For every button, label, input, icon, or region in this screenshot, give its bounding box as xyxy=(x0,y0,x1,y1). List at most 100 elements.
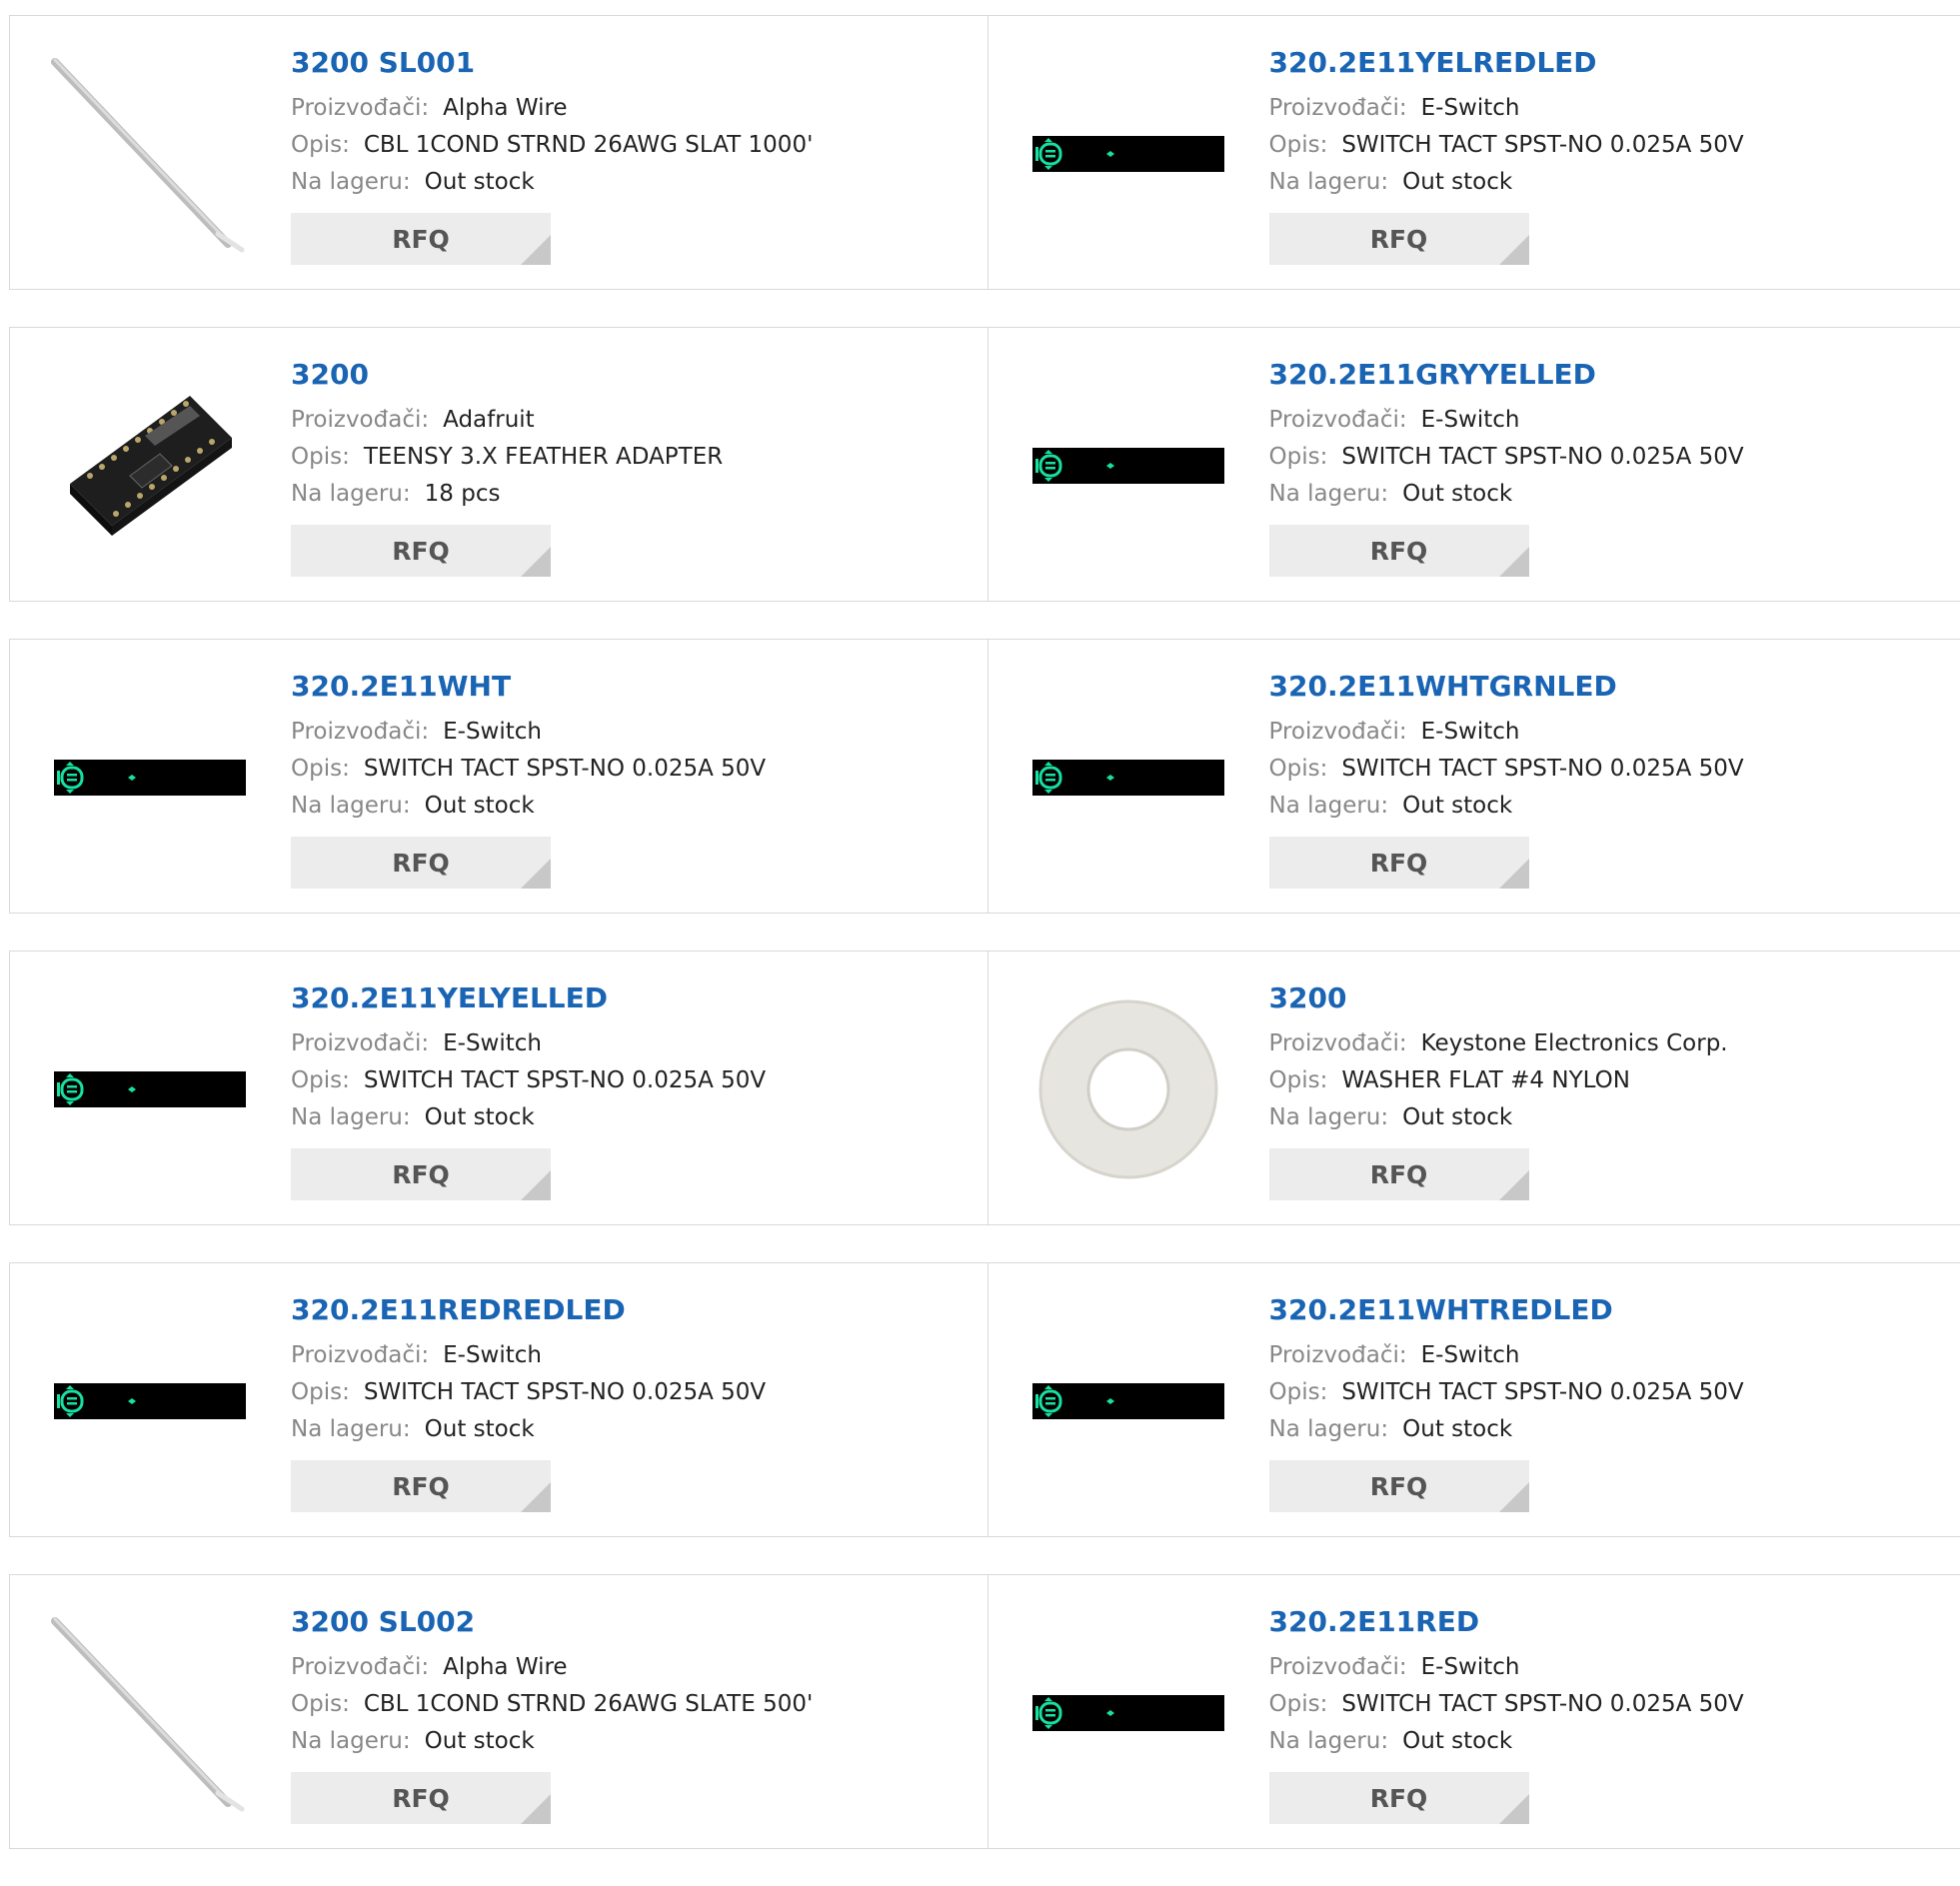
description-value: TEENSY 3.X FEATHER ADAPTER xyxy=(364,444,723,470)
description-label: Opis: xyxy=(1269,1067,1328,1093)
manufacturer-label: Proizvođači: xyxy=(1269,407,1407,433)
rfq-button[interactable]: RFQ xyxy=(291,525,551,577)
switch-icon[interactable] xyxy=(1028,1301,1228,1501)
rfq-label: RFQ xyxy=(1370,1472,1428,1501)
manufacturer-label: Proizvođači: xyxy=(291,1030,429,1056)
switch-icon[interactable] xyxy=(50,989,250,1189)
stock-value: Out stock xyxy=(425,1104,535,1130)
rfq-button[interactable]: RFQ xyxy=(1269,1148,1529,1200)
stock-line: Na lageru:Out stock xyxy=(1269,1411,1744,1448)
manufacturer-line: Proizvođači:E-Switch xyxy=(1269,1649,1744,1686)
rfq-label: RFQ xyxy=(392,225,450,254)
product-card: 3200 Proizvođači:Adafruit Opis:TEENSY 3.… xyxy=(10,328,987,601)
stock-line: Na lageru:Out stock xyxy=(291,164,813,201)
part-number-link[interactable]: 320.2E11YELYELLED xyxy=(291,981,766,1015)
stock-label: Na lageru: xyxy=(1269,1104,1389,1130)
product-card: 320.2E11WHT Proizvođači:E-Switch Opis: SW… xyxy=(10,640,987,913)
rfq-label: RFQ xyxy=(1370,1160,1428,1189)
part-number-link[interactable]: 3200 xyxy=(291,358,723,392)
product-card: 3200 SL002 Proizvođači:Alpha Wire Opis:C… xyxy=(10,1575,987,1848)
stock-line: Na lageru:Out stock xyxy=(291,1723,813,1760)
description-label: Opis: xyxy=(291,1379,350,1405)
description-line: Opis: SWITCH TACT SPST-NO 0.025A 50V xyxy=(291,751,766,788)
corner-fold-icon xyxy=(1499,1482,1529,1512)
rfq-button[interactable]: RFQ xyxy=(291,213,551,265)
switch-chip xyxy=(54,760,246,796)
product-row: 3200 Proizvođači:Adafruit Opis:TEENSY 3.… xyxy=(9,327,1960,602)
rfq-button[interactable]: RFQ xyxy=(291,837,551,889)
switch-chip xyxy=(1032,448,1224,484)
product-row: 320.2E11REDREDLED Proizvođači:E-Switch O… xyxy=(9,1262,1960,1537)
corner-fold-icon xyxy=(521,1170,551,1200)
switch-chip xyxy=(54,1071,246,1107)
switch-icon[interactable] xyxy=(1028,54,1228,254)
switch-icon[interactable] xyxy=(50,1301,250,1501)
description-line: Opis:SWITCH TACT SPST-NO 0.025A 50V xyxy=(291,1062,766,1099)
switch-chip xyxy=(1032,1383,1224,1419)
rfq-button[interactable]: RFQ xyxy=(291,1148,551,1200)
product-card: 320.2E11RED Proizvođači:E-Switch Opis:SW… xyxy=(987,1575,1960,1848)
product-card: 320.2E11YELYELLED Proizvođači:E-Switch O… xyxy=(10,951,987,1224)
switch-icon[interactable] xyxy=(1028,366,1228,566)
part-number-link[interactable]: 320.2E11YELREDLED xyxy=(1269,46,1744,80)
rfq-button[interactable]: RFQ xyxy=(1269,1772,1529,1824)
part-number-link[interactable]: 3200 xyxy=(1269,981,1728,1015)
manufacturer-line: Proizvođači:E-Switch xyxy=(1269,90,1744,127)
manufacturer-line: Proizvođači:E-Switch xyxy=(1269,1337,1744,1374)
switch-icon[interactable] xyxy=(50,678,250,878)
manufacturer-line: Proizvođači:E-Switch xyxy=(291,1337,766,1374)
stock-label: Na lageru: xyxy=(1269,793,1389,819)
description-label: Opis: xyxy=(1269,756,1328,782)
stock-label: Na lageru: xyxy=(1269,1728,1389,1754)
switch-icon[interactable] xyxy=(1028,1613,1228,1813)
part-number-link[interactable]: 320.2E11REDREDLED xyxy=(291,1293,766,1327)
part-number-link[interactable]: 3200 SL001 xyxy=(291,46,813,80)
part-number-link[interactable]: 320.2E11WHT xyxy=(291,670,766,704)
manufacturer-line: Proizvođači:E-Switch xyxy=(291,714,766,751)
rfq-button[interactable]: RFQ xyxy=(291,1460,551,1512)
description-line: Opis:SWITCH TACT SPST-NO 0.025A 50V xyxy=(1269,127,1744,164)
part-number-link[interactable]: 320.2E11GRYYELLED xyxy=(1269,358,1744,392)
rfq-button[interactable]: RFQ xyxy=(291,1772,551,1824)
washer-icon[interactable] xyxy=(1028,989,1228,1189)
switch-icon[interactable] xyxy=(1028,678,1228,878)
wire-icon[interactable] xyxy=(50,1613,250,1813)
rfq-label: RFQ xyxy=(1370,849,1428,878)
description-value: CBL 1COND STRND 26AWG SLATE 500' xyxy=(364,1691,813,1717)
stock-line: Na lageru:Out stock xyxy=(1269,476,1744,513)
wire-icon[interactable] xyxy=(50,54,250,254)
rfq-label: RFQ xyxy=(392,1472,450,1501)
rfq-label: RFQ xyxy=(392,849,450,878)
part-number-link[interactable]: 3200 SL002 xyxy=(291,1605,813,1639)
manufacturer-label: Proizvođači: xyxy=(291,95,429,121)
rfq-button[interactable]: RFQ xyxy=(1269,525,1529,577)
description-label: Opis: xyxy=(291,756,350,782)
description-value: SWITCH TACT SPST-NO 0.025A 50V xyxy=(1341,132,1743,158)
board-icon[interactable] xyxy=(50,366,250,566)
description-line: Opis:SWITCH TACT SPST-NO 0.025A 50V xyxy=(291,1374,766,1411)
description-value: SWITCH TACT SPST-NO 0.025A 50V xyxy=(364,1067,766,1093)
rfq-button[interactable]: RFQ xyxy=(1269,213,1529,265)
stock-line: Na lageru:Out stock xyxy=(1269,788,1744,825)
description-label: Opis: xyxy=(1269,1379,1328,1405)
description-line: Opis:TEENSY 3.X FEATHER ADAPTER xyxy=(291,439,723,476)
stock-label: Na lageru: xyxy=(291,1728,411,1754)
manufacturer-value: E-Switch xyxy=(443,719,542,745)
manufacturer-value: E-Switch xyxy=(443,1342,542,1368)
rfq-button[interactable]: RFQ xyxy=(1269,837,1529,889)
part-number-link[interactable]: 320.2E11RED xyxy=(1269,1605,1744,1639)
manufacturer-value: E-Switch xyxy=(1421,1342,1520,1368)
part-number-link[interactable]: 320.2E11WHTREDLED xyxy=(1269,1293,1744,1327)
corner-fold-icon xyxy=(521,1794,551,1824)
description-line: Opis:SWITCH TACT SPST-NO 0.025A 50V xyxy=(1269,1374,1744,1411)
description-value: SWITCH TACT SPST-NO 0.025A 50V xyxy=(364,756,766,782)
manufacturer-line: Proizvođači:E-Switch xyxy=(1269,402,1744,439)
rfq-label: RFQ xyxy=(392,1160,450,1189)
part-number-link[interactable]: 320.2E11WHTGRNLED xyxy=(1269,670,1744,704)
corner-fold-icon xyxy=(1499,1170,1529,1200)
rfq-label: RFQ xyxy=(392,537,450,566)
stock-value: Out stock xyxy=(1402,481,1512,507)
rfq-button[interactable]: RFQ xyxy=(1269,1460,1529,1512)
description-label: Opis: xyxy=(1269,1691,1328,1717)
description-value: WASHER FLAT #4 NYLON xyxy=(1341,1067,1630,1093)
